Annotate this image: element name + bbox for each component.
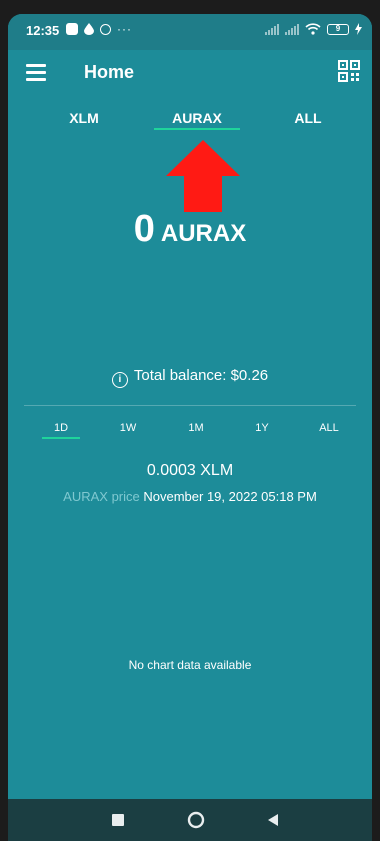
balance-unit: AURAX [160, 220, 247, 247]
active-tab-indicator [154, 128, 240, 130]
price-date: November 19, 2022 05:18 PM [143, 489, 317, 504]
status-time: 12:35 [26, 23, 60, 38]
active-period-indicator [42, 437, 80, 439]
app-bar: Home [8, 50, 372, 106]
qr-code-icon[interactable] [338, 60, 360, 82]
system-status-icons: 9 [265, 23, 362, 35]
price-value: 0.0003 XLM [146, 462, 234, 479]
period-all[interactable]: ALL [309, 422, 349, 434]
phone-screen: 12:35 ··· 9 Home XLM AURAX ALL 0 AURAX i… [8, 14, 372, 841]
navigation-bar [8, 799, 372, 841]
chart-empty-message: No chart data available [128, 658, 252, 672]
period-1w[interactable]: 1W [108, 422, 148, 434]
back-button[interactable] [266, 813, 280, 827]
drop-notification-icon [84, 23, 94, 35]
balance-amount: 0 [133, 208, 155, 250]
period-1y[interactable]: 1Y [242, 422, 282, 434]
tab-all[interactable]: ALL [276, 110, 340, 126]
battery-icon: 9 [327, 23, 349, 35]
price-info: AURAX price November 19, 2022 05:18 PM [8, 489, 372, 504]
wifi-icon [305, 23, 321, 35]
status-bar: 12:35 ··· 9 [8, 14, 372, 50]
page-title: Home [84, 62, 135, 82]
info-icon[interactable]: i [111, 372, 128, 388]
total-balance-label: Total balance: $0.26 [133, 367, 269, 384]
b-circle-notification-icon [100, 23, 111, 35]
tab-aurax[interactable]: AURAX [154, 110, 240, 126]
signal-icon [265, 23, 279, 35]
home-button[interactable] [187, 811, 205, 829]
period-1m[interactable]: 1M [176, 422, 216, 434]
asset-balance: 0 AURAX [8, 208, 372, 251]
notification-icons: ··· [66, 23, 132, 35]
recents-button[interactable] [112, 814, 124, 826]
total-balance: i Total balance: $0.26 [8, 367, 372, 388]
asset-tabs: XLM AURAX ALL [8, 106, 372, 142]
price-label: AURAX price [63, 489, 140, 504]
message-notification-icon [66, 23, 78, 35]
divider [24, 405, 356, 406]
hamburger-menu-icon[interactable] [26, 64, 46, 81]
more-notifications-icon: ··· [117, 22, 132, 36]
period-1d[interactable]: 1D [41, 422, 81, 434]
charging-icon [355, 23, 362, 35]
red-arrow-up-icon [166, 140, 240, 212]
tab-xlm[interactable]: XLM [52, 110, 116, 126]
period-selector: 1D 1W 1M 1Y ALL [8, 422, 372, 444]
signal-2-icon [285, 23, 299, 35]
